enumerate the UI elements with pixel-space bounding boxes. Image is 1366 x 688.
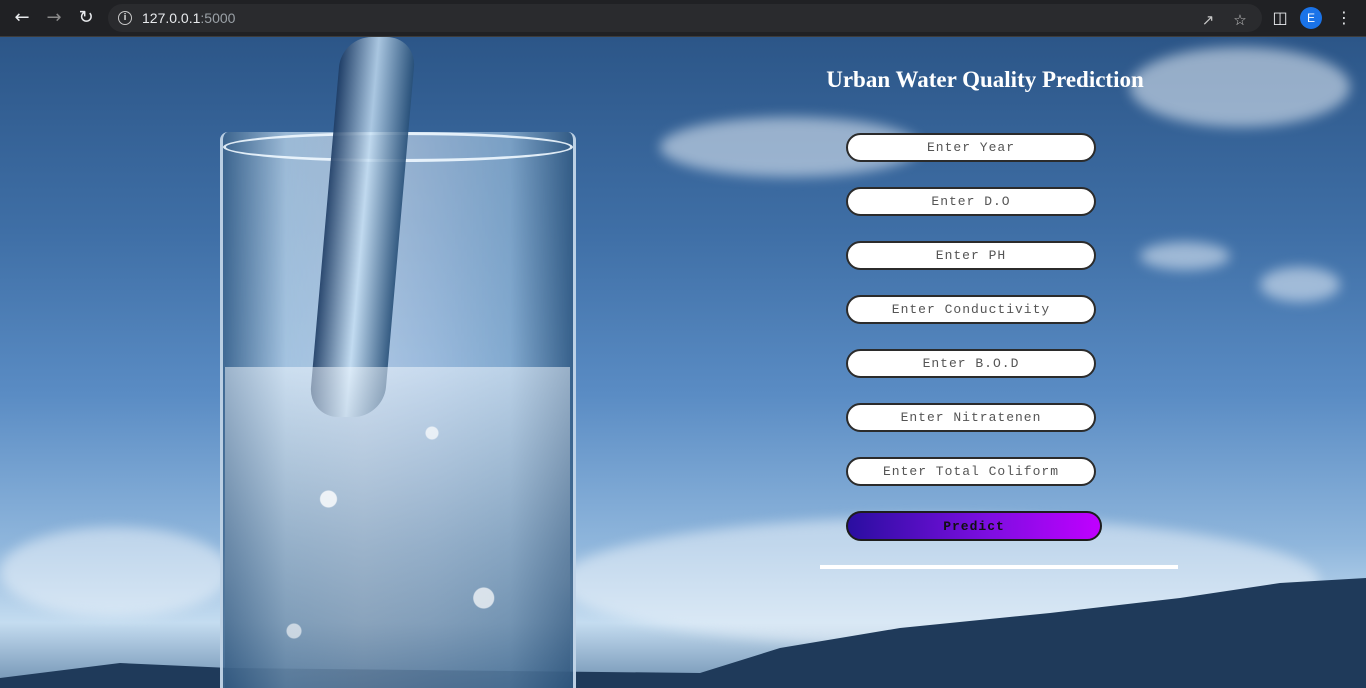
url-text[interactable]: 127.0.0.1:5000 xyxy=(142,10,235,26)
bod-input[interactable] xyxy=(846,349,1096,378)
side-panel-icon[interactable]: ◫ xyxy=(1268,6,1292,30)
water-bubbles xyxy=(225,367,570,688)
predict-button[interactable]: Predict xyxy=(846,511,1102,541)
year-input[interactable] xyxy=(846,133,1096,162)
address-bar[interactable]: i 127.0.0.1:5000 ↗ ☆ xyxy=(108,4,1262,32)
back-arrow-icon[interactable]: ← xyxy=(10,6,34,30)
share-icon[interactable]: ↗ xyxy=(1198,10,1218,30)
mountain-silhouette xyxy=(0,578,1366,688)
nitratenen-input[interactable] xyxy=(846,403,1096,432)
info-icon[interactable]: i xyxy=(118,11,132,25)
divider xyxy=(820,565,1178,569)
page-background xyxy=(0,37,1366,688)
reload-icon[interactable]: ↻ xyxy=(74,6,98,30)
cloud xyxy=(1140,242,1230,270)
more-menu-icon[interactable]: ⋮ xyxy=(1332,6,1356,30)
forward-arrow-icon[interactable]: → xyxy=(42,6,66,30)
ph-input[interactable] xyxy=(846,241,1096,270)
star-icon[interactable]: ☆ xyxy=(1230,10,1250,30)
url-host: 127.0.0.1 xyxy=(142,10,201,26)
url-port: :5000 xyxy=(200,10,236,26)
avatar[interactable]: E xyxy=(1300,7,1322,29)
total-coliform-input[interactable] xyxy=(846,457,1096,486)
cloud xyxy=(1260,267,1340,302)
do-input[interactable] xyxy=(846,187,1096,216)
page-title: Urban Water Quality Prediction xyxy=(826,67,1144,92)
browser-toolbar: ← → ↻ i 127.0.0.1:5000 ↗ ☆ ◫ E ⋮ xyxy=(0,0,1366,37)
conductivity-input[interactable] xyxy=(846,295,1096,324)
